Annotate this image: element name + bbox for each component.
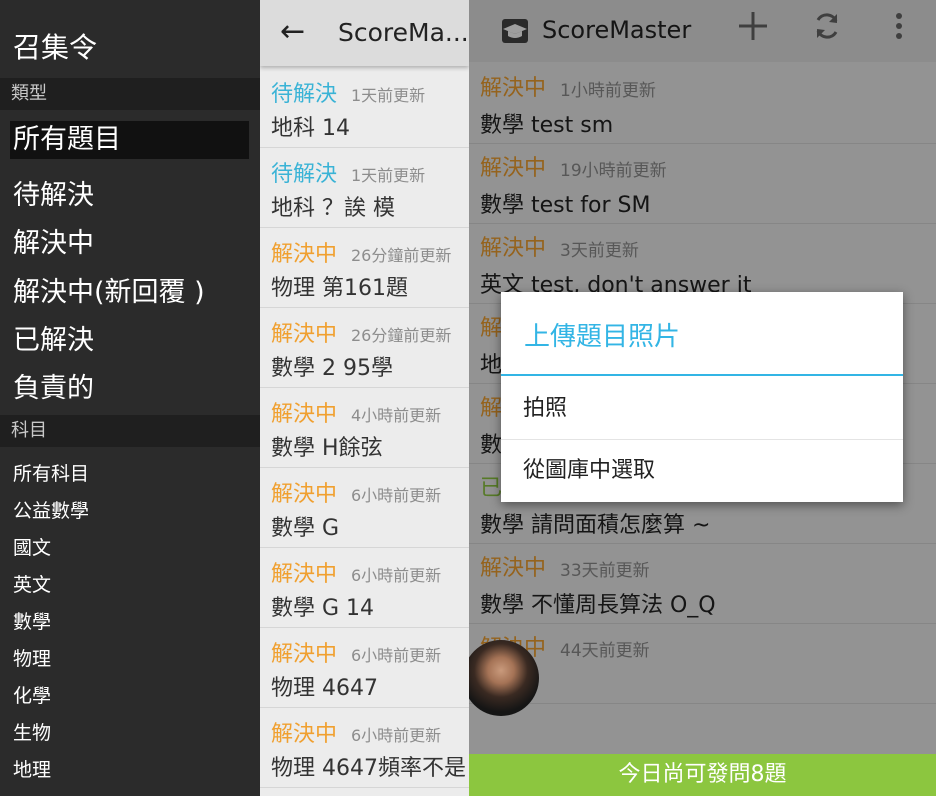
section-header-type: 類型 bbox=[0, 78, 260, 110]
list-item[interactable]: 解決中 6小時前更新數學 G 14 bbox=[260, 548, 469, 628]
updated-time: 1天前更新 bbox=[351, 86, 426, 105]
status-label: 解決中 bbox=[271, 642, 338, 667]
updated-time: 1天前更新 bbox=[351, 166, 426, 185]
updated-time: 6小時前更新 bbox=[351, 566, 442, 585]
question-title: 物理 4647 bbox=[271, 676, 378, 701]
list-action-bar: ← ScoreMa... bbox=[260, 0, 469, 66]
drawer-subject-chemistry[interactable]: 化學 bbox=[13, 681, 51, 708]
list-item[interactable]: 解決中 26分鐘前更新數學 2 95學 bbox=[260, 308, 469, 388]
updated-time: 6小時前更新 bbox=[351, 726, 442, 745]
list-item[interactable]: 解決中 26分鐘前更新物理 第161題 bbox=[260, 228, 469, 308]
drawer-subject-english[interactable]: 英文 bbox=[13, 570, 51, 597]
question-title: 物理 第161題 bbox=[271, 276, 408, 301]
drawer-title: 召集令 bbox=[13, 31, 98, 64]
question-title: 數學 2 95學 bbox=[271, 356, 393, 381]
updated-time: 26分鐘前更新 bbox=[351, 326, 452, 345]
navigation-drawer: 召集令 類型 所有題目 待解決 解決中 解決中(新回覆 ) 已解決 負責的 科目… bbox=[0, 0, 260, 796]
drawer-subject-physics[interactable]: 物理 bbox=[13, 644, 51, 671]
question-title: 地科 ？誒 模 bbox=[271, 196, 395, 221]
status-label: 解決中 bbox=[271, 242, 338, 267]
drawer-item-solved[interactable]: 已解決 bbox=[13, 318, 94, 357]
drawer-item-responsible[interactable]: 負責的 bbox=[13, 366, 94, 405]
list-item[interactable]: 解決中 4小時前更新數學 H餘弦 bbox=[260, 388, 469, 468]
status-label: 解決中 bbox=[271, 562, 338, 587]
list-item[interactable]: 待解決 1天前更新地科 ？誒 模 bbox=[260, 148, 469, 228]
status-label: 解決中 bbox=[271, 482, 338, 507]
list-title: ScoreMa... bbox=[338, 18, 469, 47]
updated-time: 26分鐘前更新 bbox=[351, 246, 452, 265]
dialog-title-divider bbox=[501, 374, 903, 376]
drawer-item-in-progress[interactable]: 解決中 bbox=[13, 221, 94, 260]
updated-time: 6小時前更新 bbox=[351, 646, 442, 665]
status-label: 待解決 bbox=[271, 82, 338, 107]
upload-photo-dialog: 上傳題目照片 拍照 從圖庫中選取 bbox=[501, 292, 903, 502]
drawer-subject-chinese[interactable]: 國文 bbox=[13, 533, 51, 560]
drawer-subject-public-math[interactable]: 公益數學 bbox=[13, 496, 89, 523]
updated-time: 6小時前更新 bbox=[351, 486, 442, 505]
question-title: 數學 G 14 bbox=[271, 596, 375, 621]
status-label: 解決中 bbox=[271, 322, 338, 347]
section-header-subject: 科目 bbox=[0, 415, 260, 447]
drawer-subject-all[interactable]: 所有科目 bbox=[13, 459, 89, 486]
question-list-screen: ← ScoreMa... 待解決 1天前更新 地科 14 待解決 1天前更新 地科 ？誒 … bbox=[260, 0, 469, 796]
drawer-item-in-progress-new-reply[interactable]: 解決中(新回覆 ) bbox=[13, 270, 205, 309]
remaining-questions-bar: 今日尚可發問8題 bbox=[469, 754, 936, 796]
question-title: 地科 14 bbox=[271, 116, 350, 141]
main-screen: ScoreMaster 解決中 1小時前更新 數學 test sm 解決中 19小時前更… bbox=[469, 0, 936, 796]
question-title: 數學 G bbox=[271, 516, 340, 541]
question-title: 數學 H餘弦 bbox=[271, 436, 383, 461]
status-label: 待解決 bbox=[271, 162, 338, 187]
drawer-subject-biology[interactable]: 生物 bbox=[13, 718, 51, 745]
question-title: 物理 4647頻率不是 bbox=[271, 756, 466, 781]
updated-time: 4小時前更新 bbox=[351, 406, 442, 425]
list-item[interactable]: 解決中 6小時前更新 數學 G bbox=[260, 468, 469, 548]
status-label: 解決中 bbox=[271, 402, 338, 427]
dialog-title: 上傳題目照片 bbox=[524, 322, 681, 352]
drawer-subject-math[interactable]: 數學 bbox=[13, 607, 51, 634]
take-photo-option[interactable]: 拍照 bbox=[501, 378, 903, 440]
list-item[interactable]: 待解決 1天前更新 地科 14 bbox=[260, 68, 469, 148]
choose-from-gallery-option[interactable]: 從圖庫中選取 bbox=[501, 440, 903, 502]
drawer-item-pending[interactable]: 待解決 bbox=[13, 173, 94, 212]
drawer-subject-geography[interactable]: 地理 bbox=[13, 755, 51, 782]
list-item[interactable]: 解決中 6小時前更新物理 4647頻率不是 bbox=[260, 708, 469, 788]
list-item[interactable]: 解決中 6小時前更新物理 4647 bbox=[260, 628, 469, 708]
back-arrow-icon[interactable]: ← bbox=[280, 14, 305, 49]
drawer-item-all-questions[interactable]: 所有題目 bbox=[10, 121, 249, 159]
status-label: 解決中 bbox=[271, 722, 338, 747]
